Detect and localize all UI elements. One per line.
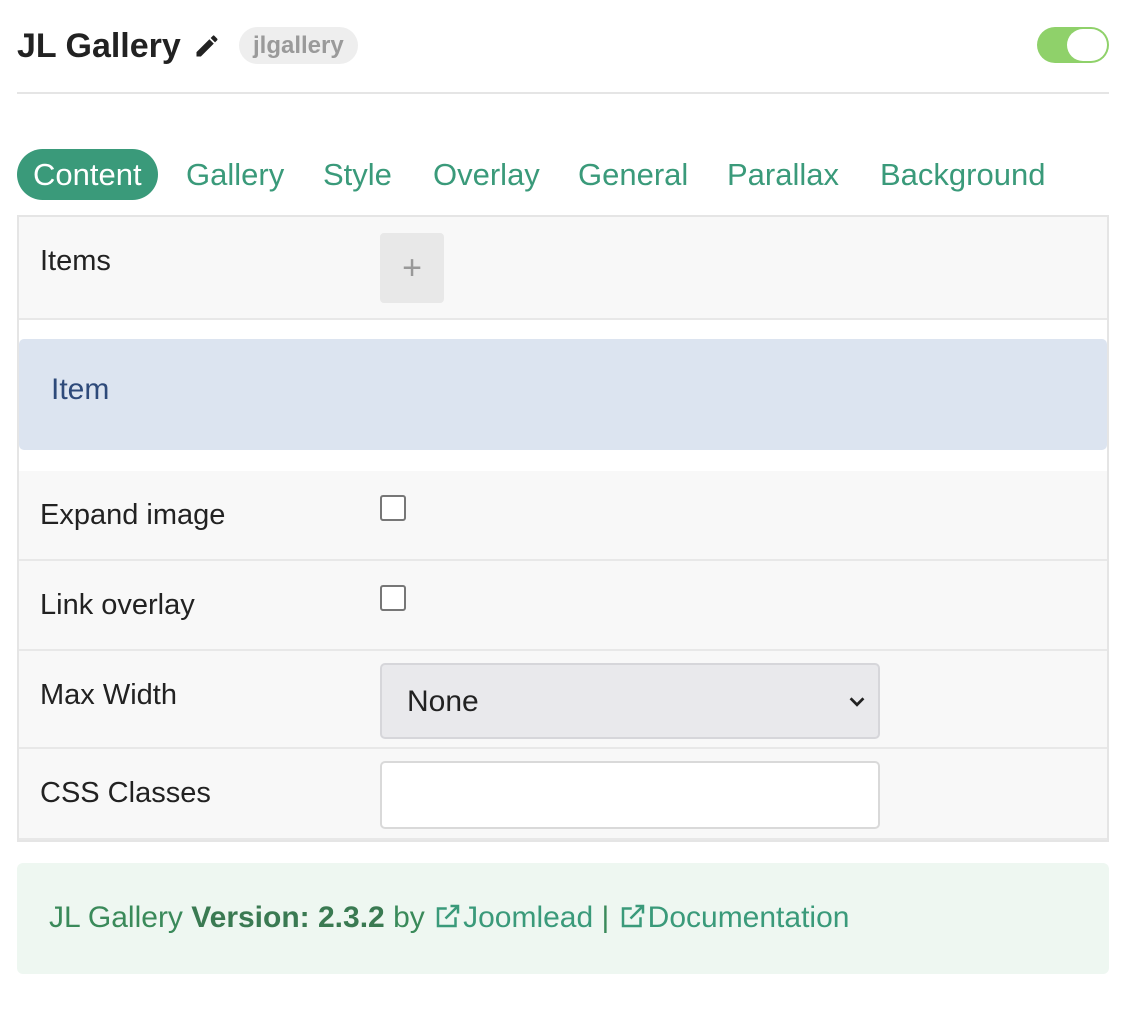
css-classes-label: CSS Classes bbox=[40, 777, 211, 809]
tab-overlay[interactable]: Overlay bbox=[433, 149, 540, 200]
plus-icon: + bbox=[402, 249, 422, 287]
page-title: JL Gallery bbox=[17, 27, 181, 65]
expand-image-row: Expand image bbox=[19, 471, 1107, 561]
max-width-select[interactable]: None bbox=[380, 663, 880, 739]
link-overlay-label: Link overlay bbox=[40, 589, 195, 621]
joomlead-link-label: Joomlead bbox=[463, 901, 594, 934]
footer: JL Gallery Version: 2.3.2 by Joomlead | … bbox=[17, 863, 1109, 974]
footer-name: JL Gallery bbox=[49, 901, 183, 934]
tab-background[interactable]: Background bbox=[880, 149, 1045, 200]
footer-separator: | bbox=[601, 901, 610, 934]
pencil-icon[interactable] bbox=[193, 32, 221, 60]
link-overlay-checkbox[interactable] bbox=[380, 585, 406, 611]
toggle-knob bbox=[1067, 29, 1107, 61]
css-classes-row: CSS Classes bbox=[19, 749, 1107, 840]
tab-style[interactable]: Style bbox=[323, 149, 392, 200]
footer-line: JL Gallery Version: 2.3.2 by Joomlead | … bbox=[49, 901, 849, 935]
add-item-button[interactable]: + bbox=[380, 233, 444, 303]
item-card-title: Item bbox=[51, 373, 110, 406]
content-panel: Items + Item Expand image Link overlay M… bbox=[17, 215, 1109, 842]
tab-general[interactable]: General bbox=[578, 149, 688, 200]
max-width-row: Max Width None bbox=[19, 651, 1107, 749]
link-overlay-row: Link overlay bbox=[19, 561, 1107, 651]
css-classes-input[interactable] bbox=[380, 761, 880, 829]
header: JL Gallery jlgallery bbox=[17, 20, 1109, 94]
slug-badge: jlgallery bbox=[239, 27, 358, 64]
expand-image-checkbox[interactable] bbox=[380, 495, 406, 521]
documentation-link-label: Documentation bbox=[647, 901, 850, 934]
joomlead-link[interactable]: Joomlead bbox=[433, 901, 601, 934]
enable-toggle[interactable] bbox=[1037, 27, 1109, 63]
tab-parallax[interactable]: Parallax bbox=[727, 149, 839, 200]
expand-image-label: Expand image bbox=[40, 499, 226, 531]
footer-version: Version: 2.3.2 bbox=[191, 901, 385, 934]
tab-gallery[interactable]: Gallery bbox=[186, 149, 284, 200]
items-row: Items + bbox=[19, 217, 1107, 320]
item-card[interactable]: Item bbox=[19, 339, 1107, 450]
footer-by: by bbox=[393, 901, 425, 934]
max-width-value: None bbox=[407, 685, 479, 718]
max-width-label: Max Width bbox=[40, 679, 177, 711]
chevron-down-icon bbox=[849, 697, 865, 707]
items-label: Items bbox=[40, 245, 111, 277]
documentation-link[interactable]: Documentation bbox=[618, 901, 850, 934]
external-link-icon bbox=[621, 904, 644, 928]
tab-content[interactable]: Content bbox=[17, 149, 158, 200]
external-link-icon bbox=[436, 904, 460, 928]
